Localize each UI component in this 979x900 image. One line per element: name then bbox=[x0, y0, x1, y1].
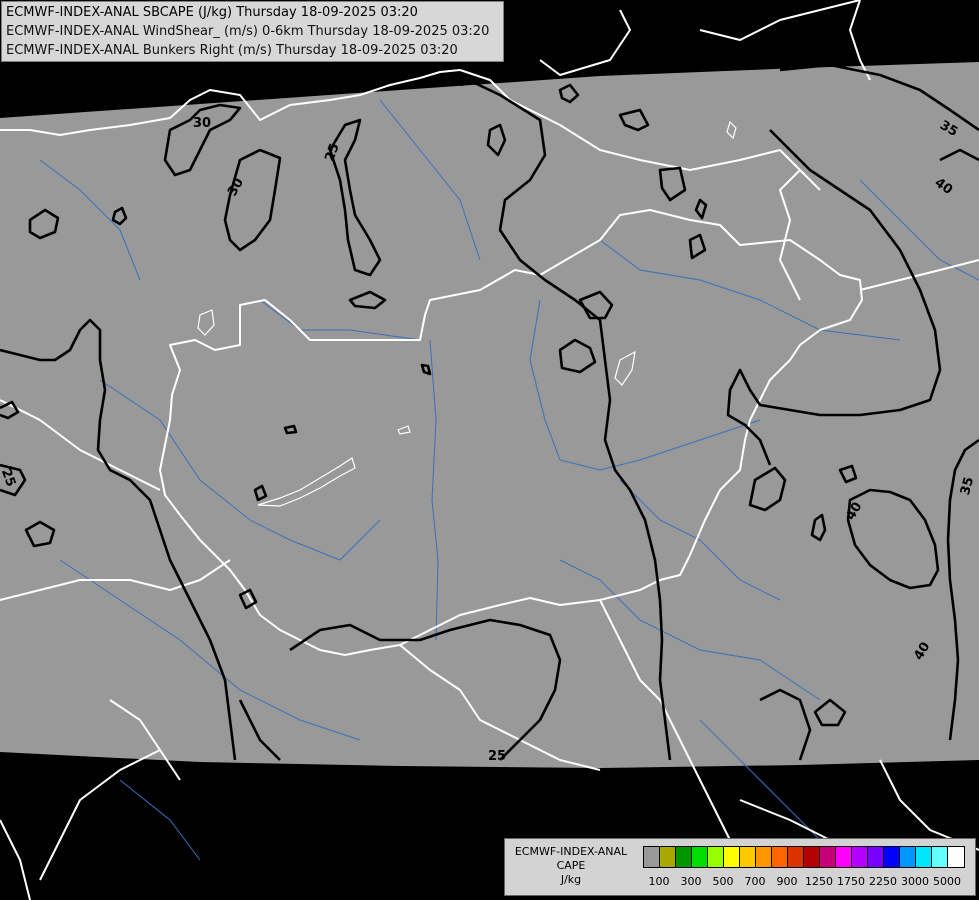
map-title-line: ECMWF-INDEX-ANAL Bunkers Right (m/s) Thu… bbox=[6, 43, 458, 58]
legend-swatch bbox=[900, 847, 916, 867]
legend-label: 500 bbox=[712, 875, 734, 888]
legend-swatch bbox=[804, 847, 820, 867]
contour-label: 25 bbox=[488, 749, 506, 764]
legend-color-scale bbox=[643, 846, 965, 868]
map-page: 30 30 30 25 35 40 25 35 40 40 25 ECMWF-I… bbox=[0, 0, 979, 900]
cape-legend: ECMWF-INDEX-ANAL CAPE J/kg 100 300 500 700 9… bbox=[504, 838, 976, 896]
legend-swatch bbox=[948, 847, 964, 867]
legend-swatch bbox=[740, 847, 756, 867]
map-title-line: ECMWF-INDEX-ANAL WindShear_ (m/s) 0-6km … bbox=[6, 24, 490, 39]
legend-label: 5000 bbox=[933, 875, 961, 888]
legend-swatch bbox=[676, 847, 692, 867]
legend-swatch bbox=[884, 847, 900, 867]
legend-swatch bbox=[756, 847, 772, 867]
legend-swatch bbox=[772, 847, 788, 867]
legend-swatch bbox=[724, 847, 740, 867]
legend-title-line: J/kg bbox=[560, 873, 582, 886]
legend-swatch bbox=[644, 847, 660, 867]
legend-label: 1250 bbox=[805, 875, 833, 888]
legend-title-line: CAPE bbox=[556, 859, 586, 872]
legend-label: 300 bbox=[680, 875, 702, 888]
legend-swatch bbox=[692, 847, 708, 867]
legend-label: 700 bbox=[744, 875, 766, 888]
map-title-box: ECMWF-INDEX-ANAL SBCAPE (J/kg) Thursday … bbox=[1, 1, 504, 62]
legend-label: 900 bbox=[776, 875, 798, 888]
legend-swatch bbox=[708, 847, 724, 867]
legend-label: 3000 bbox=[901, 875, 929, 888]
legend-swatch bbox=[788, 847, 804, 867]
legend-label: 2250 bbox=[869, 875, 897, 888]
map-title-line: ECMWF-INDEX-ANAL SBCAPE (J/kg) Thursday … bbox=[6, 5, 418, 20]
map-canvas: 30 30 30 25 35 40 25 35 40 40 25 bbox=[0, 0, 979, 900]
legend-swatch bbox=[820, 847, 836, 867]
legend-swatch bbox=[660, 847, 676, 867]
contour-label: 30 bbox=[448, 75, 466, 90]
legend-title: ECMWF-INDEX-ANAL CAPE J/kg bbox=[505, 845, 637, 887]
contour-label: 30 bbox=[193, 116, 211, 131]
legend-label: 1750 bbox=[837, 875, 865, 888]
legend-swatch bbox=[932, 847, 948, 867]
legend-swatch bbox=[868, 847, 884, 867]
legend-swatch bbox=[852, 847, 868, 867]
legend-title-line: ECMWF-INDEX-ANAL bbox=[514, 845, 628, 858]
legend-swatch bbox=[836, 847, 852, 867]
legend-label: 100 bbox=[648, 875, 670, 888]
legend-swatch bbox=[916, 847, 932, 867]
